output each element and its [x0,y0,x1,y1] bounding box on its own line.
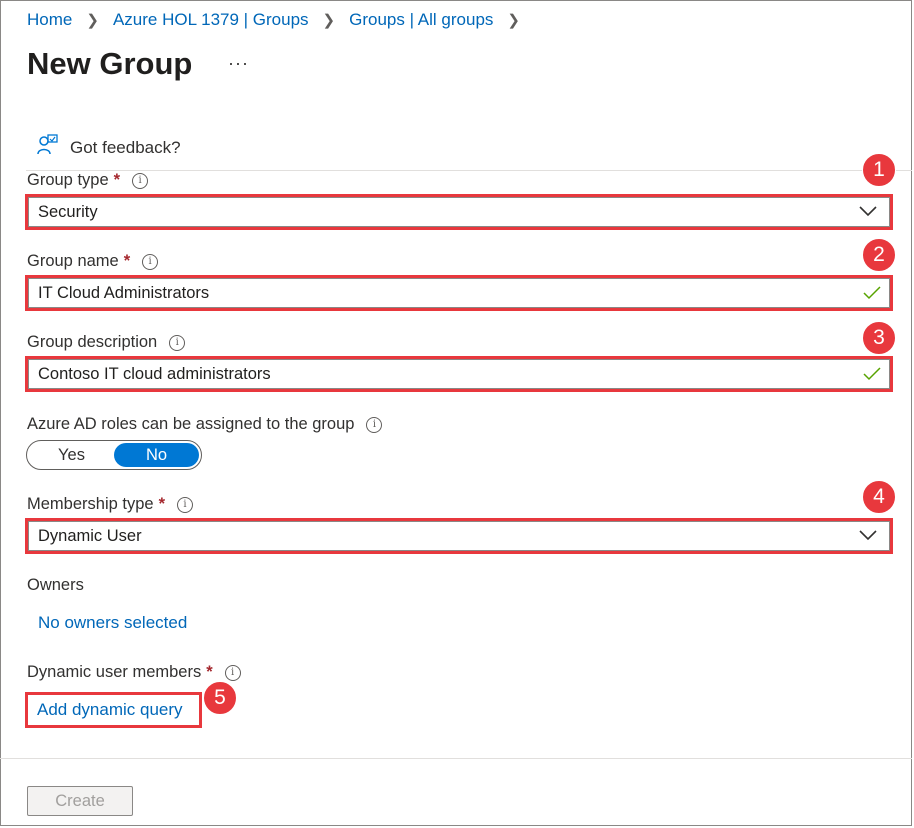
info-icon[interactable]: i [142,253,159,270]
group-description-label: Group description i [27,333,186,352]
group-type-value: Security [38,202,98,221]
toggle-no[interactable]: No [114,443,199,467]
annotation-badge-1: 1 [862,153,896,187]
azure-ad-roles-toggle[interactable]: Yes No [26,440,202,470]
group-description-label-text: Group description [27,333,158,351]
dynamic-user-members-label-text: Dynamic user members [27,663,202,681]
azure-ad-roles-label-text: Azure AD roles can be assigned to the gr… [27,415,355,433]
group-name-input[interactable]: IT Cloud Administrators [25,275,893,311]
info-icon[interactable]: i [366,416,383,433]
annotation-badge-4: 4 [862,480,896,514]
chevron-down-icon [859,204,877,223]
chevron-right-icon: ❯ [86,12,99,29]
group-description-input[interactable]: Contoso IT cloud administrators [25,356,893,392]
toggle-yes[interactable]: Yes [29,443,114,467]
group-name-value: IT Cloud Administrators [38,283,210,302]
checkmark-icon [863,286,881,305]
info-icon[interactable]: i [169,334,186,351]
owners-label: Owners [27,576,84,594]
azure-ad-roles-label: Azure AD roles can be assigned to the gr… [27,415,383,434]
chevron-right-icon: ❯ [507,12,520,29]
membership-type-label: Membership type * i [27,495,193,514]
page-title: New Group [27,46,193,81]
divider [26,170,912,171]
annotation-badge-5: 5 [203,681,237,715]
breadcrumb-groups[interactable]: Azure HOL 1379 | Groups [113,10,309,30]
breadcrumb: Home ❯ Azure HOL 1379 | Groups ❯ Groups … [27,10,534,30]
more-options-button[interactable]: ··· [228,53,249,74]
footer-divider [0,758,912,759]
group-name-label: Group name * i [27,252,159,271]
breadcrumb-all-groups[interactable]: Groups | All groups [349,10,493,30]
membership-type-dropdown[interactable]: Dynamic User [25,518,893,554]
breadcrumb-home[interactable]: Home [27,10,72,30]
group-type-label-text: Group type [27,171,109,189]
create-button[interactable]: Create [27,786,133,816]
group-description-value: Contoso IT cloud administrators [38,364,271,383]
info-icon[interactable]: i [132,172,149,189]
annotation-badge-3: 3 [862,321,896,355]
feedback-person-icon [36,134,58,161]
membership-type-value: Dynamic User [38,526,142,545]
feedback-label: Got feedback? [70,137,181,157]
checkmark-icon [863,367,881,386]
dynamic-user-members-label: Dynamic user members * i [27,663,241,682]
required-asterisk: * [158,495,165,513]
required-asterisk: * [123,252,131,270]
add-dynamic-query-box[interactable]: Add dynamic query [25,692,202,728]
required-asterisk: * [113,171,121,189]
group-type-dropdown[interactable]: Security [25,194,893,230]
chevron-right-icon: ❯ [322,12,336,29]
group-type-label: Group type * i [27,171,149,190]
info-icon[interactable]: i [176,496,193,513]
annotation-badge-2: 2 [862,238,896,272]
feedback-button[interactable]: Got feedback? [36,134,181,161]
group-name-label-text: Group name [27,252,119,270]
no-owners-selected-link[interactable]: No owners selected [38,613,187,633]
membership-type-label-text: Membership type [27,495,154,513]
required-asterisk: * [206,663,213,681]
info-icon[interactable]: i [224,664,241,681]
chevron-down-icon [859,528,877,547]
add-dynamic-query-link[interactable]: Add dynamic query [37,700,183,720]
